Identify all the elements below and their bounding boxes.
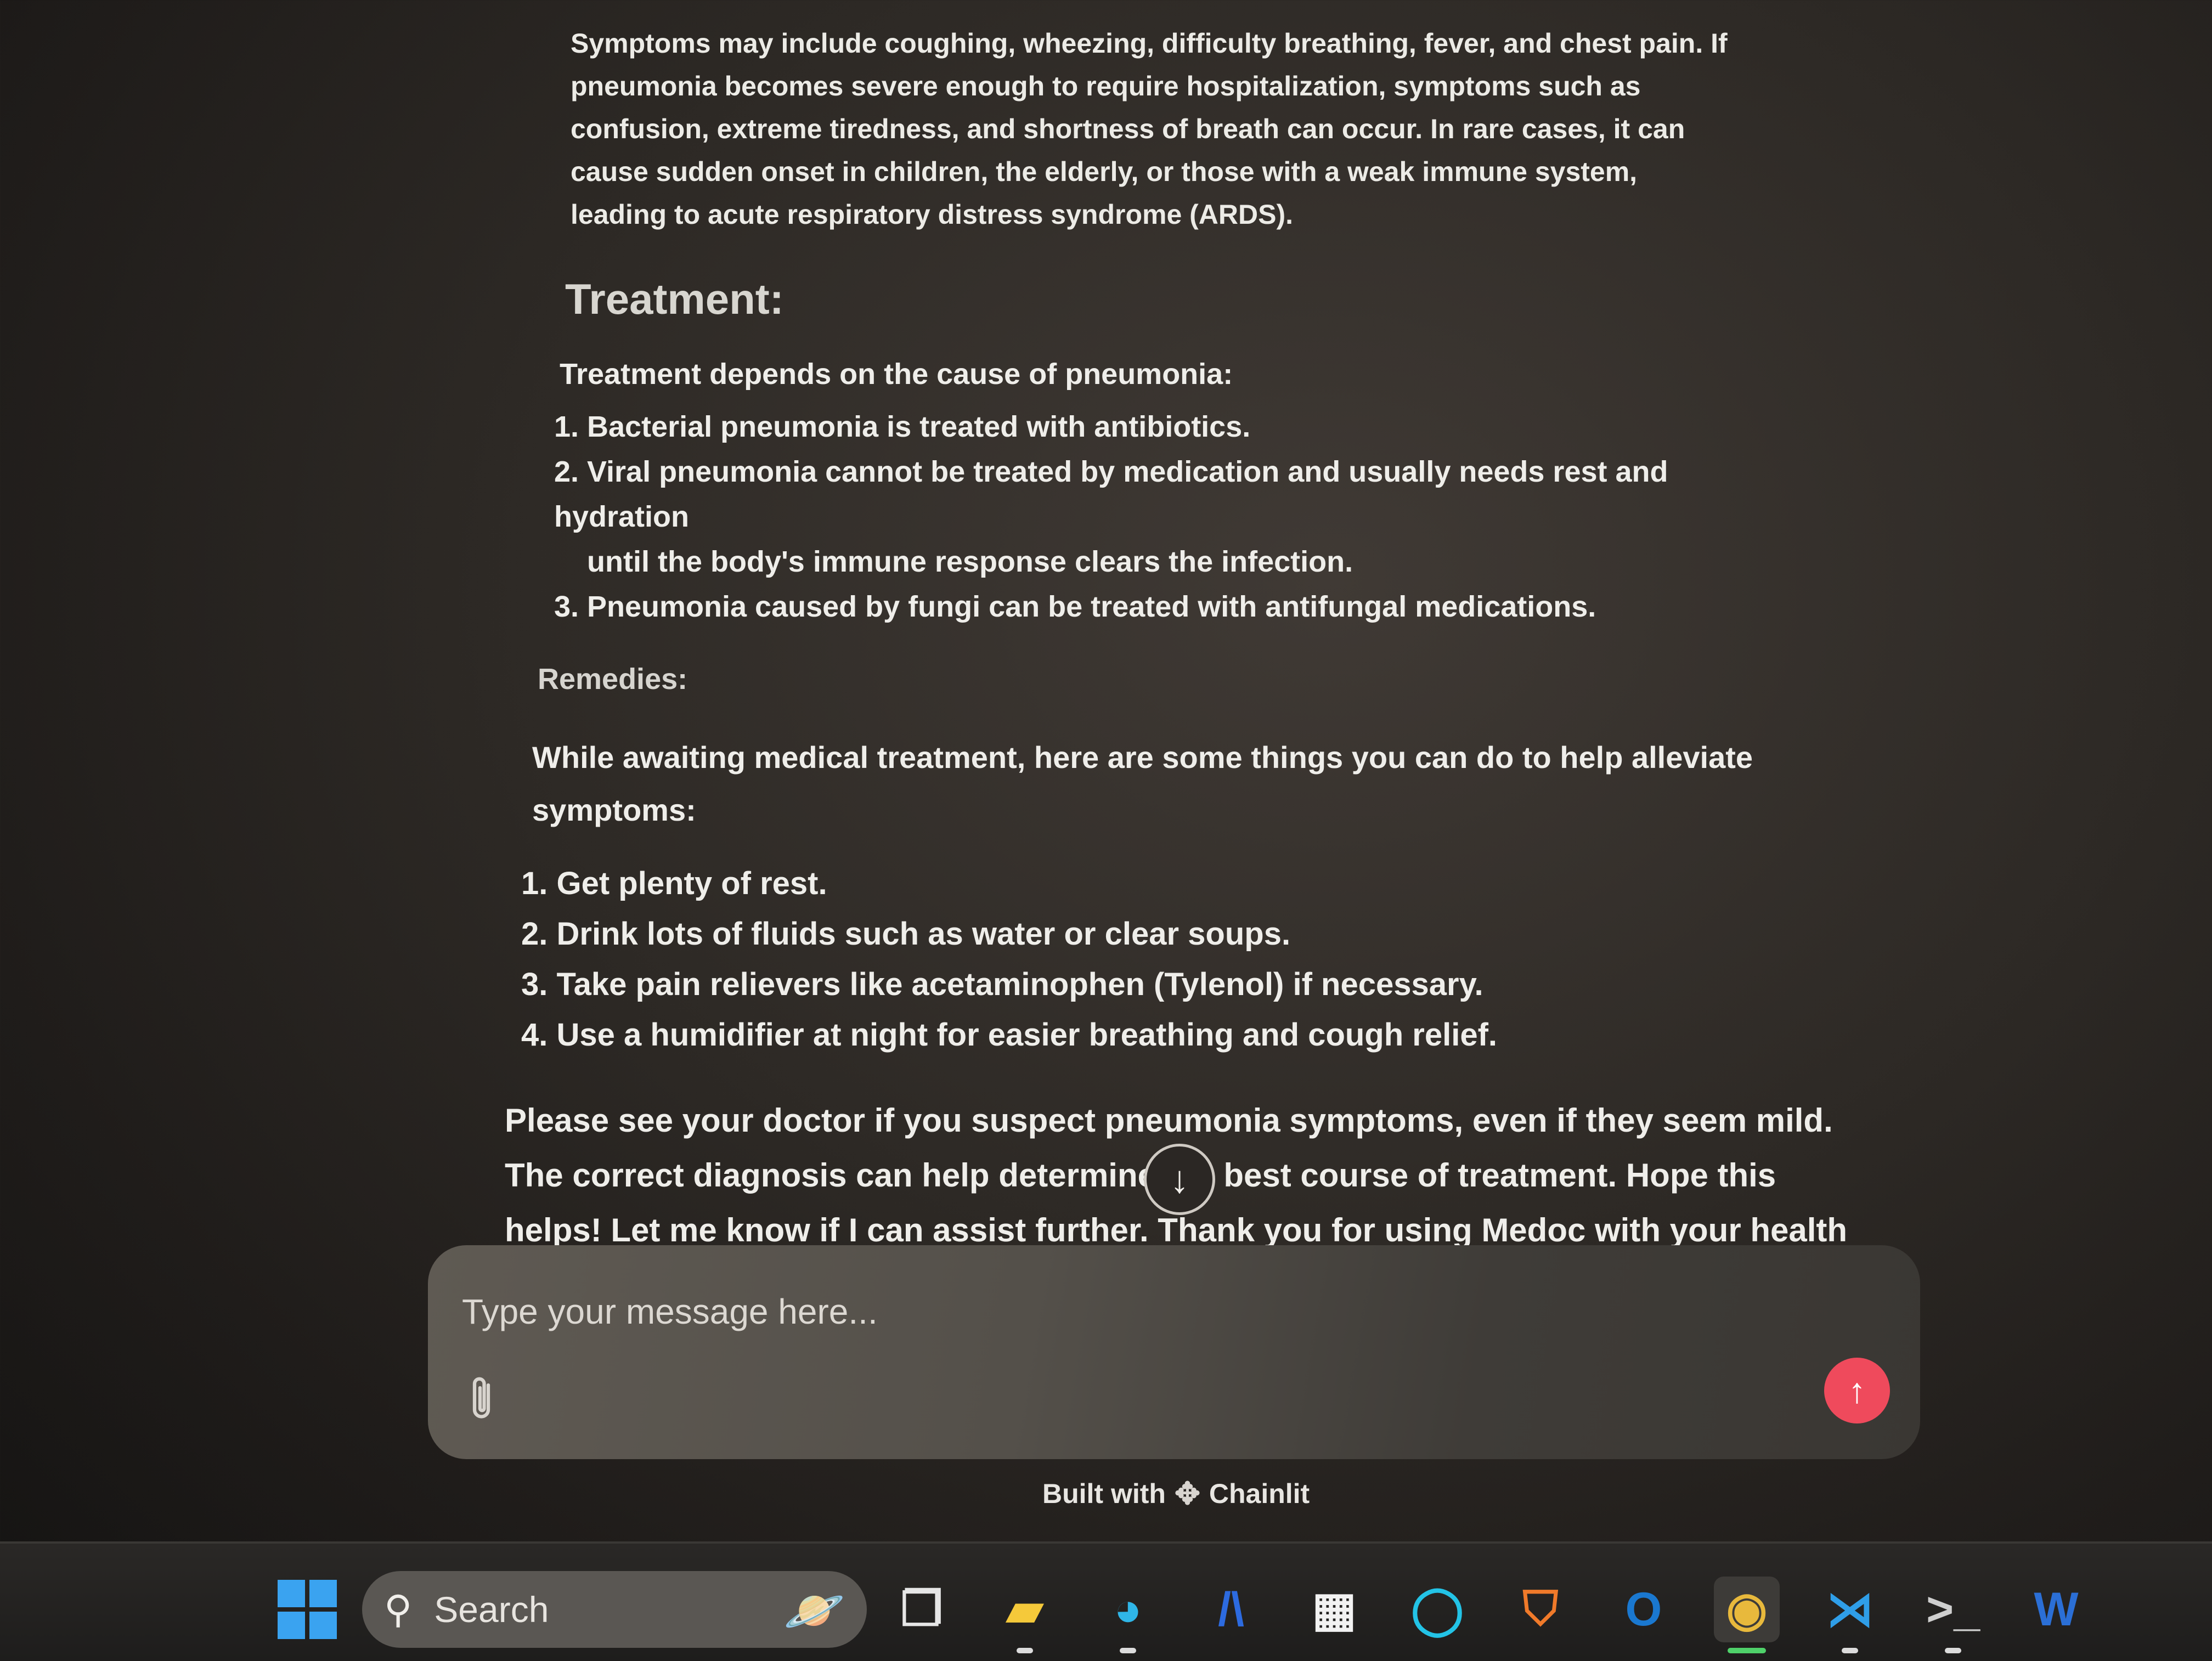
treatment-list: 1. Bacterial pneumonia is treated with an… bbox=[554, 404, 1788, 629]
attach-button[interactable] bbox=[461, 1371, 505, 1426]
list-item: 3. Pneumonia caused by fungi can be treat… bbox=[554, 590, 1596, 623]
list-item: 1. Bacterial pneumonia is treated with an… bbox=[554, 410, 1251, 443]
task-view-icon: ❐ bbox=[900, 1583, 943, 1636]
terminal-icon: >_ bbox=[1926, 1583, 1980, 1636]
search-label: Search bbox=[434, 1589, 549, 1630]
word-icon: W bbox=[2034, 1583, 2079, 1636]
shield-app-icon: ⛉ bbox=[1522, 1582, 1559, 1635]
search-highlight-icon: 🪐 bbox=[783, 1584, 845, 1639]
word-button[interactable]: W bbox=[2023, 1577, 2089, 1642]
cortana-button[interactable]: ◯ bbox=[1404, 1577, 1470, 1642]
edge-button[interactable]: ◕ bbox=[1095, 1577, 1161, 1653]
shield-app-button[interactable]: ⛉ bbox=[1508, 1577, 1573, 1642]
chrome-icon: ◉ bbox=[1726, 1583, 1768, 1636]
remedies-intro: While awaiting medical treatment, here a… bbox=[532, 740, 1753, 827]
arrow-down-icon: ↓ bbox=[1170, 1158, 1189, 1201]
send-button[interactable]: ↑ bbox=[1824, 1358, 1890, 1423]
microsoft-store-button[interactable]: ▦ bbox=[1301, 1577, 1367, 1642]
outlook-button[interactable]: O bbox=[1611, 1577, 1677, 1642]
windows-logo-icon bbox=[278, 1580, 337, 1639]
task-view-button[interactable]: ❐ bbox=[889, 1577, 955, 1642]
file-explorer-button[interactable]: ▰ bbox=[992, 1577, 1058, 1653]
vscode-button[interactable]: ⋊ bbox=[1817, 1577, 1883, 1653]
scroll-to-bottom-button[interactable]: ↓ bbox=[1144, 1144, 1215, 1215]
chainlit-logo-icon: ✥ bbox=[1174, 1476, 1200, 1511]
chrome-button[interactable]: ◉ bbox=[1714, 1577, 1780, 1653]
microsoft-store-icon: ▦ bbox=[1312, 1583, 1357, 1636]
built-with-label: Built with bbox=[1042, 1478, 1166, 1509]
list-item: 1. Get plenty of rest. bbox=[521, 866, 827, 901]
vscode-icon: ⋊ bbox=[1826, 1583, 1874, 1636]
start-button[interactable] bbox=[274, 1577, 340, 1642]
taskbar-search[interactable]: ⚲ Search 🪐 bbox=[362, 1571, 867, 1648]
list-item: 2. Viral pneumonia cannot be treated by m… bbox=[554, 455, 1668, 578]
treatment-intro: Treatment depends on the cause of pneumo… bbox=[560, 358, 1233, 391]
paperclip-icon bbox=[472, 1377, 490, 1419]
cortana-icon: ◯ bbox=[1410, 1583, 1464, 1636]
outlook-icon: O bbox=[1625, 1583, 1662, 1636]
list-item: 2. Drink lots of fluids such as water or… bbox=[521, 916, 1291, 952]
terminal-button[interactable]: >_ bbox=[1920, 1577, 1986, 1653]
list-item: 4. Use a humidifier at night for easier … bbox=[521, 1017, 1498, 1053]
message-composer: ↑ bbox=[428, 1245, 1920, 1459]
built-with-footer[interactable]: Built with ✥ Chainlit bbox=[1042, 1476, 1310, 1512]
chat-transcript: Symptoms may include coughing, wheezing,… bbox=[494, 22, 1865, 1313]
file-explorer-icon: ▰ bbox=[1006, 1583, 1043, 1636]
arrow-up-icon: ↑ bbox=[1848, 1371, 1866, 1410]
treatment-heading: Treatment: bbox=[565, 275, 784, 323]
taskbar: ⚲ Search 🪐 ❐ ▰ ◕ /\ ▦ ◯ ⛉ O ◉ ⋊ >_ W bbox=[0, 1541, 2212, 1661]
chainlit-brand: Chainlit bbox=[1209, 1478, 1310, 1509]
message-input[interactable] bbox=[461, 1278, 1780, 1345]
app-blue-button[interactable]: /\ bbox=[1198, 1577, 1264, 1642]
search-icon: ⚲ bbox=[384, 1588, 413, 1631]
remedies-heading: Remedies: bbox=[538, 663, 688, 696]
list-item: 3. Take pain relievers like acetaminophe… bbox=[521, 967, 1483, 1002]
symptoms-paragraph: Symptoms may include coughing, wheezing,… bbox=[571, 28, 1728, 230]
app-blue-icon: /\ bbox=[1218, 1583, 1244, 1636]
remedies-list: 1. Get plenty of rest. 2. Drink lots of … bbox=[521, 858, 1865, 1060]
edge-icon: ◕ bbox=[1114, 1583, 1142, 1636]
